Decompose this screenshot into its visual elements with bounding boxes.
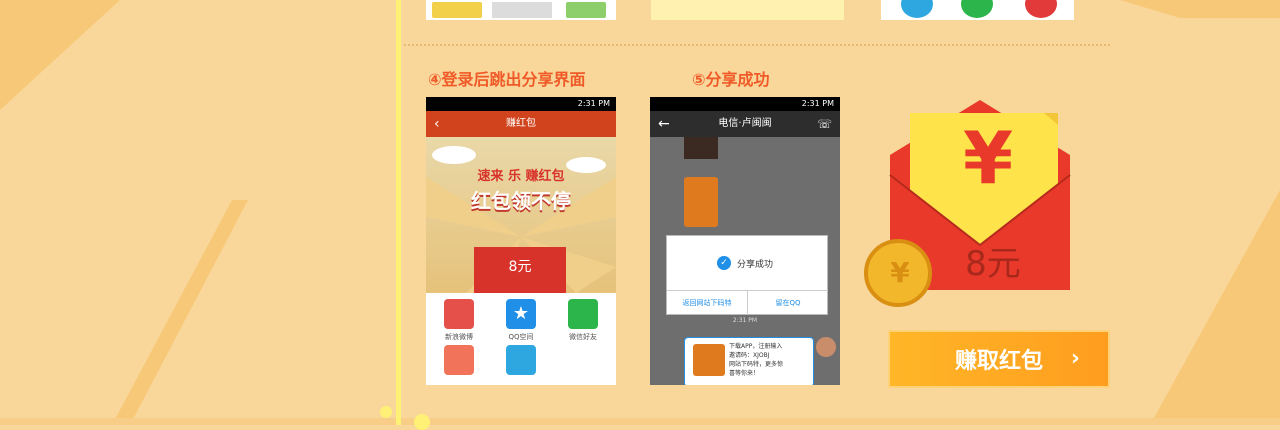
timeline-dot — [380, 406, 392, 418]
chat-image-bubble — [684, 177, 718, 227]
earn-hongbao-button[interactable]: 赚取红包 › — [888, 330, 1110, 388]
share-wechat[interactable]: 微信好友 — [553, 299, 613, 342]
top-thumbnail-strip — [426, 0, 616, 20]
weibo-icon — [444, 299, 474, 329]
card-text: 下载APP，注册输入 邀请码：XJOBJ 网站下码特，更多惊 喜等你来！ — [729, 342, 783, 378]
thumb-product-2 — [492, 2, 552, 18]
card-line: 网站下码特，更多惊 — [729, 361, 784, 368]
wechat-icon — [568, 299, 598, 329]
qzone-star-icon: ★ — [506, 299, 536, 329]
banner-line1: 速来 乐 赚红包 — [477, 169, 565, 184]
status-bar: 2:31 PM — [426, 97, 616, 111]
mini-red-envelope: 8元 — [474, 247, 566, 293]
share-sheet: 新浪微博 ★ QQ空间 微信好友 — [426, 293, 616, 385]
dialog-stay-button[interactable]: 留在QQ — [747, 290, 828, 315]
share-label: QQ空间 — [508, 333, 534, 341]
timeline-dot-2 — [414, 414, 430, 430]
app-bar-title: 赚红包 — [506, 118, 536, 129]
timeline-line — [396, 0, 401, 425]
back-arrow-icon[interactable]: ‹ — [434, 111, 440, 137]
weibo-icon — [1025, 0, 1057, 18]
share-label: 新浪微博 — [445, 333, 473, 341]
bg-stripe-left-mid — [112, 200, 248, 425]
share-label: 微信好友 — [569, 333, 597, 341]
qq-penguin-icon — [506, 345, 536, 375]
share-success-dialog: ✓ 分享成功 返回网站下码特 留在QQ — [666, 235, 828, 315]
thumb-product-1 — [432, 2, 482, 18]
top-share-icons-strip — [881, 0, 1074, 20]
chevron-right-icon: › — [1070, 346, 1080, 371]
banner-line2: 红包领不停 — [471, 189, 571, 213]
chat-image-bubble — [684, 137, 718, 159]
top-banner-strip — [651, 0, 844, 20]
status-time: 2:31 PM — [577, 99, 610, 108]
step5-title: ⑤分享成功 — [692, 70, 770, 89]
status-time: 2:31 PM — [801, 99, 834, 108]
avatar — [816, 337, 836, 357]
back-arrow-icon[interactable]: ← — [658, 111, 670, 137]
card-line: 下载APP，注册输入 — [729, 343, 783, 350]
message-time: 2:31 PM — [732, 317, 758, 324]
wechat-icon — [961, 0, 993, 18]
share-qq[interactable] — [491, 345, 551, 378]
share-moments[interactable] — [429, 345, 489, 378]
envelope-amount: 8元 — [965, 244, 1021, 284]
bg-stripe-right-bottom — [1150, 190, 1280, 425]
step4-title: ④登录后跳出分享界面 — [428, 70, 586, 89]
bg-stripe-right-top — [1120, 0, 1280, 18]
qq-icon — [901, 0, 933, 18]
app-bar: ← 电信·卢闽闽 ☏ — [650, 111, 840, 137]
shared-link-card[interactable]: 下载APP，注册输入 邀请码：XJOBJ 网站下码特，更多惊 喜等你来！ — [684, 337, 814, 385]
mini-envelope-amount: 8元 — [508, 259, 532, 275]
dialog-message: 分享成功 — [737, 260, 774, 270]
yuan-symbol: ¥ — [962, 116, 1014, 200]
phone-call-icon[interactable]: ☏ — [817, 111, 832, 137]
share-qzone[interactable]: ★ QQ空间 — [491, 299, 551, 342]
section-divider — [404, 44, 1110, 46]
check-icon: ✓ — [717, 256, 731, 270]
app-bar-title: 电信·卢闽闽 — [718, 118, 772, 129]
promo-banner: 速来 乐 赚红包 红包领不停 8元 — [426, 137, 616, 293]
bg-stripe-left-top — [0, 0, 120, 110]
coin-symbol: ¥ — [890, 256, 910, 289]
thumb-product-3 — [566, 2, 606, 18]
phone-screenshot-share-success: 2:31 PM ← 电信·卢闽闽 ☏ ✓ 分享成功 返回网站下码特 留在QQ 2… — [650, 97, 840, 385]
status-bar: 2:31 PM — [650, 97, 840, 111]
dialog-back-button[interactable]: 返回网站下码特 — [667, 290, 747, 315]
bg-bottom-band — [0, 418, 1280, 425]
earn-button-label: 赚取红包 — [954, 349, 1043, 374]
moments-icon — [444, 345, 474, 375]
app-logo-icon — [693, 344, 725, 376]
cloud-shape — [432, 146, 476, 164]
card-line: 喜等你来！ — [729, 370, 760, 377]
share-weibo[interactable]: 新浪微博 — [429, 299, 489, 342]
card-line: 邀请码：XJOBJ — [729, 352, 770, 359]
app-bar: ‹ 赚红包 — [426, 111, 616, 137]
phone-screenshot-share-sheet: 2:31 PM ‹ 赚红包 速来 乐 赚红包 红包领不停 8元 新浪微博 ★ Q… — [426, 97, 616, 385]
